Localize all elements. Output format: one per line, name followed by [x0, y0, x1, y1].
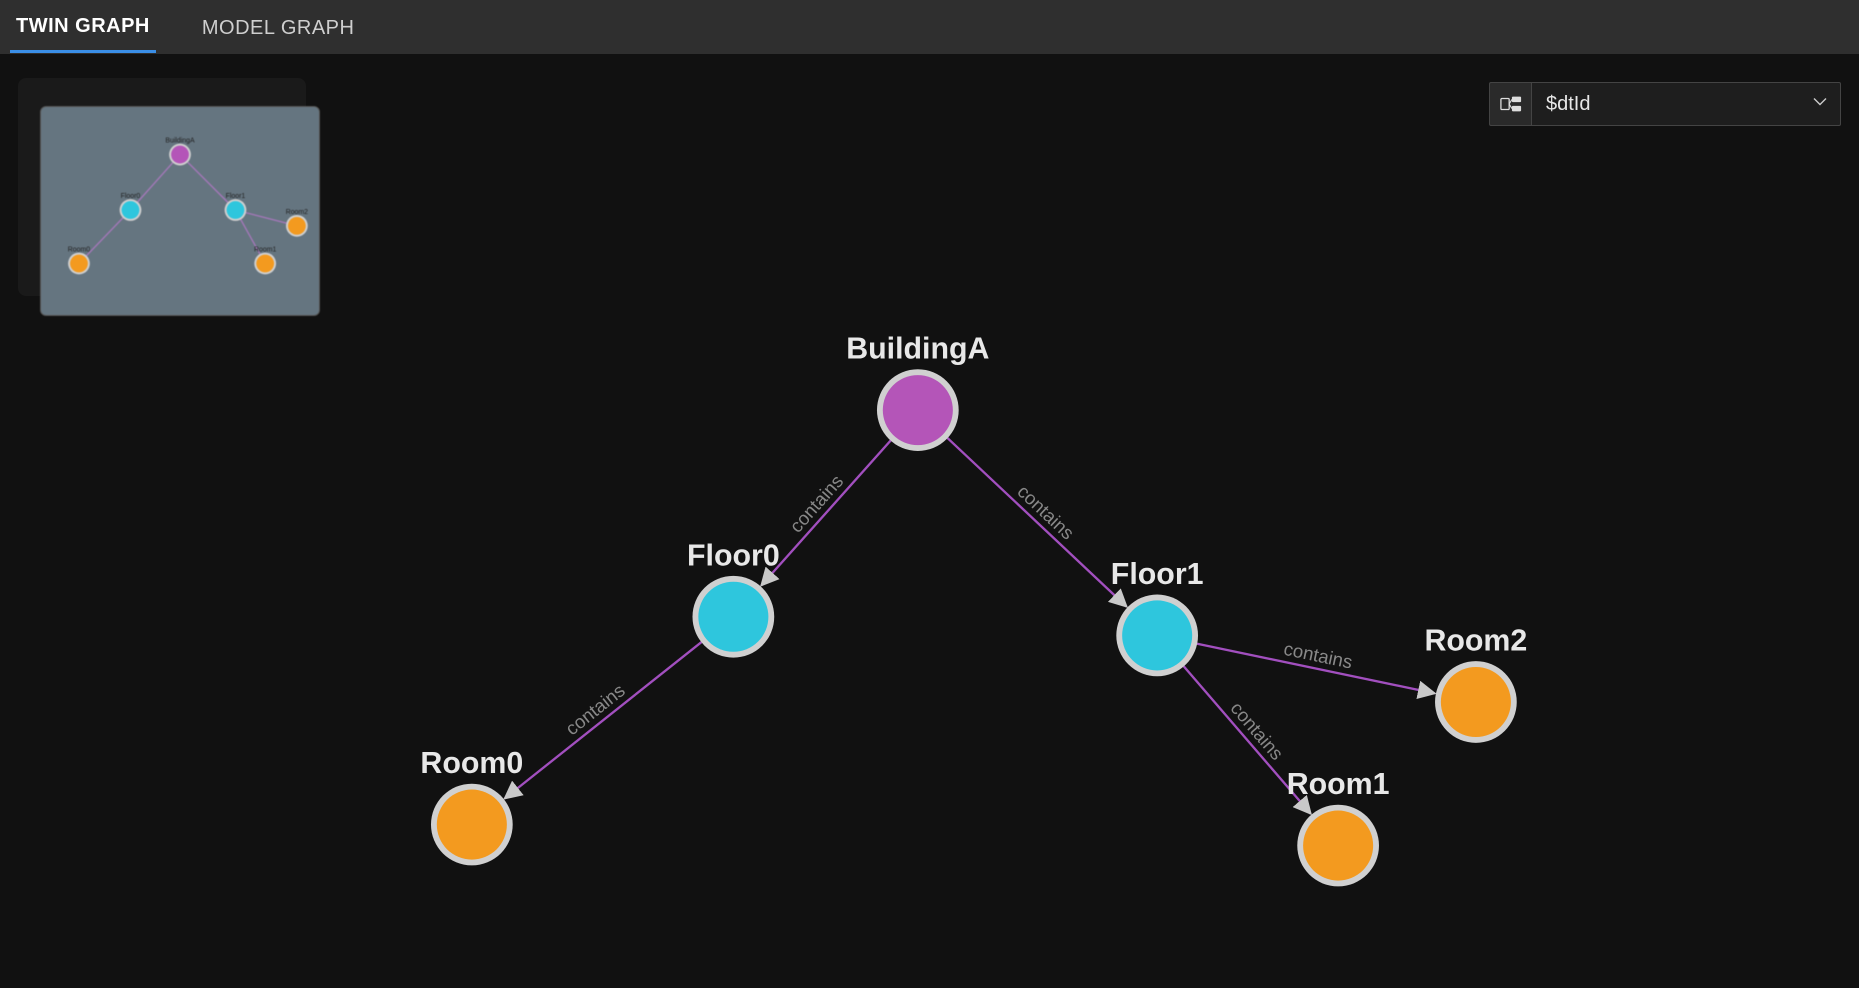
- node-room2[interactable]: Room2: [1424, 625, 1527, 743]
- node-floor1[interactable]: Floor1: [1111, 558, 1204, 676]
- graph-canvas[interactable]: BuildingAFloor0Floor1Room0Room1Room2 $dt…: [0, 54, 1859, 988]
- node-label: Room1: [1287, 768, 1390, 801]
- edge-label: contains: [561, 679, 629, 739]
- edge-label: contains: [1226, 698, 1287, 764]
- edge-BuildingA-Floor1[interactable]: [947, 437, 1127, 606]
- node-room0[interactable]: Room0: [420, 747, 523, 865]
- edge-Floor1-Room2[interactable]: [1196, 644, 1435, 694]
- edge-Floor1-Room1[interactable]: [1183, 665, 1311, 813]
- node-buildinga[interactable]: BuildingA: [846, 333, 989, 451]
- node-label: Floor0: [687, 539, 780, 572]
- edge-label: contains: [1013, 481, 1078, 544]
- edge-label: contains: [785, 471, 847, 537]
- node-label: Floor1: [1111, 558, 1204, 591]
- node-label: BuildingA: [846, 333, 989, 366]
- tab-model-graph[interactable]: MODEL GRAPH: [196, 3, 361, 52]
- node-label: Room2: [1424, 625, 1527, 658]
- edge-label: contains: [1282, 638, 1354, 673]
- node-room1[interactable]: Room1: [1287, 768, 1390, 886]
- edge-Floor0-Room0[interactable]: [505, 641, 703, 798]
- tab-bar: TWIN GRAPH MODEL GRAPH: [0, 0, 1859, 54]
- node-label: Room0: [420, 747, 523, 780]
- node-floor0[interactable]: Floor0: [687, 539, 780, 657]
- edge-BuildingA-Floor0[interactable]: [761, 440, 891, 586]
- tab-twin-graph[interactable]: TWIN GRAPH: [10, 1, 156, 53]
